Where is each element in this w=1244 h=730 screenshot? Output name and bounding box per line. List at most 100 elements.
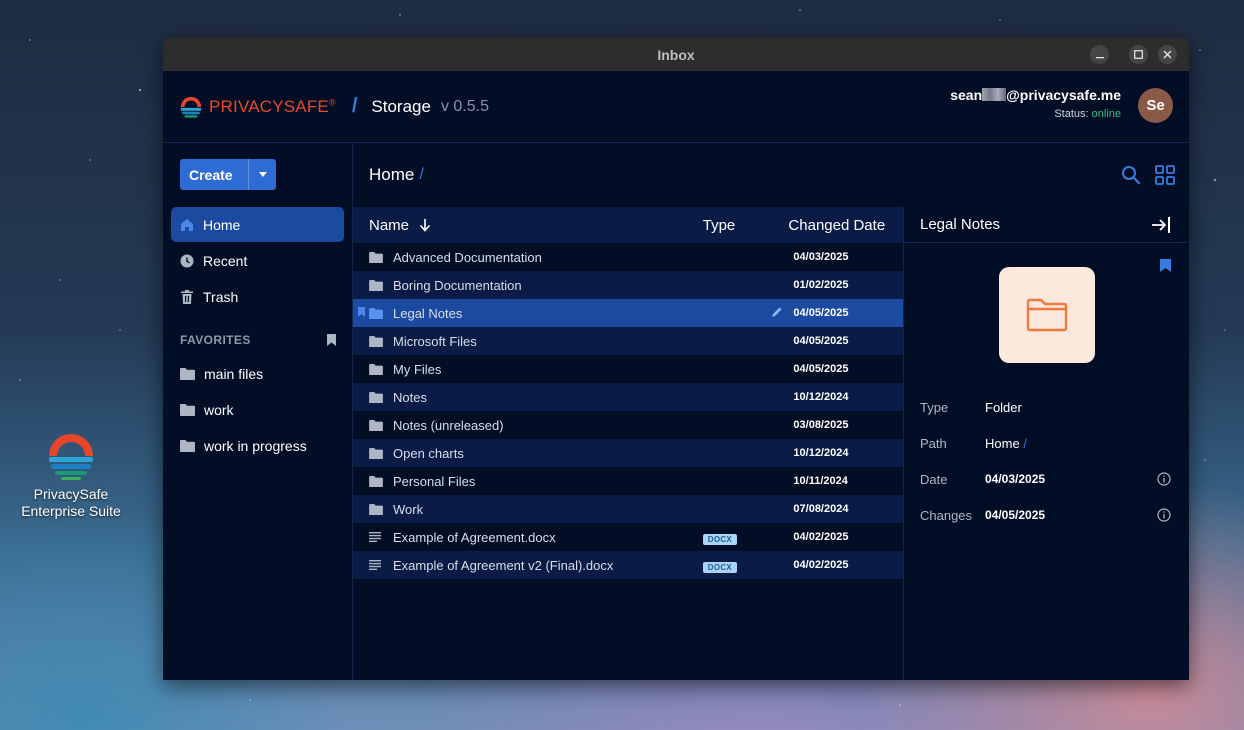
status-value: online <box>1091 108 1121 120</box>
row-date: 04/02/2025 <box>793 559 849 571</box>
folder-icon <box>369 447 383 459</box>
create-button[interactable]: Create <box>180 159 276 190</box>
details-header: Legal Notes <box>904 207 1189 243</box>
clock-icon <box>180 254 194 268</box>
favorite-item-work-in-progress[interactable]: work in progress <box>171 428 344 464</box>
row-date: 04/03/2025 <box>793 251 849 263</box>
table-row[interactable]: Notes (unreleased) 03/08/2025 <box>353 411 903 439</box>
home-icon <box>180 218 194 232</box>
folder-icon <box>369 363 383 375</box>
detail-path: Path Home / <box>920 435 1027 451</box>
folder-icon <box>369 475 383 487</box>
column-type-header[interactable]: Type <box>703 217 789 234</box>
favorite-label: work in progress <box>204 438 307 454</box>
table-row[interactable]: Microsoft Files 04/05/2025 <box>353 327 903 355</box>
info-icon[interactable] <box>1157 472 1171 486</box>
table-row[interactable]: Notes 10/12/2024 <box>353 383 903 411</box>
create-dropdown-toggle[interactable] <box>248 159 276 190</box>
brand-logo[interactable]: PRIVACYSAFE® <box>179 95 336 119</box>
info-icon[interactable] <box>1157 508 1171 522</box>
table-row[interactable]: Personal Files 10/11/2024 <box>353 467 903 495</box>
details-panel: Legal Notes Type Folder Path Home / Date… <box>903 207 1189 680</box>
search-icon[interactable] <box>1121 165 1141 185</box>
maximize-icon <box>1134 50 1143 59</box>
favorite-item-main-files[interactable]: main files <box>171 356 344 392</box>
path-link[interactable]: Home <box>985 436 1020 451</box>
privacysafe-logo-icon <box>180 96 202 118</box>
sort-arrow-down-icon[interactable] <box>419 218 431 232</box>
user-email: sean @privacysafe.me <box>950 87 1121 103</box>
folder-icon <box>369 307 383 319</box>
bookmark-icon[interactable] <box>358 307 365 317</box>
table-row[interactable]: Work 07/08/2024 <box>353 495 903 523</box>
row-date: 04/05/2025 <box>793 307 849 319</box>
row-type: DOCX <box>702 558 794 573</box>
table-header: Name Type Changed Date <box>353 207 903 243</box>
privacysafe-logo-icon <box>45 430 97 482</box>
row-date: 07/08/2024 <box>793 503 849 515</box>
caret-down-icon <box>258 172 267 177</box>
redacted-mask <box>982 88 1007 101</box>
minimize-button[interactable] <box>1090 45 1109 64</box>
row-name: Boring Documentation <box>393 277 522 293</box>
breadcrumb: Home / <box>353 143 1189 207</box>
bookmark-icon[interactable] <box>327 334 336 346</box>
grid-view-icon[interactable] <box>1155 165 1175 185</box>
desktop-app-icon[interactable]: PrivacySafe Enterprise Suite <box>12 430 130 520</box>
app-version: v 0.5.5 <box>440 97 489 115</box>
folder-icon <box>369 503 383 515</box>
sidebar-item-label: Recent <box>203 252 248 269</box>
sidebar-item-trash[interactable]: Trash <box>171 279 344 314</box>
table-row[interactable]: Example of Agreement v2 (Final).docx DOCX… <box>353 551 903 579</box>
collapse-panel-icon[interactable] <box>1151 216 1171 233</box>
folder-icon <box>180 368 195 380</box>
row-date: 03/08/2025 <box>793 419 849 431</box>
favorites-title: FAVORITES <box>180 333 251 347</box>
favorite-item-work[interactable]: work <box>171 392 344 428</box>
sidebar-item-label: Home <box>203 216 241 233</box>
breadcrumb-home[interactable]: Home <box>369 165 414 185</box>
favorite-label: work <box>204 402 234 418</box>
row-date: 04/05/2025 <box>793 363 849 375</box>
table-row[interactable]: Advanced Documentation 04/03/2025 <box>353 243 903 271</box>
window-titlebar[interactable]: Inbox <box>163 38 1189 71</box>
table-row[interactable]: Legal Notes 04/05/2025 <box>353 299 903 327</box>
avatar[interactable]: Se <box>1138 88 1173 123</box>
sidebar-item-home[interactable]: Home <box>171 207 344 242</box>
window-title: Inbox <box>657 46 695 63</box>
user-status: Status: online <box>1054 108 1121 120</box>
document-icon <box>369 532 383 542</box>
folder-preview <box>998 267 1095 363</box>
detail-changes: Changes 04/05/2025 <box>904 497 1189 533</box>
row-name: Advanced Documentation <box>393 249 542 265</box>
file-type-badge: DOCX <box>702 561 738 573</box>
maximize-button[interactable] <box>1129 45 1148 64</box>
breadcrumb-separator: / <box>419 166 424 183</box>
desktop-icon-label-1: PrivacySafe <box>33 486 109 502</box>
row-name: Notes (unreleased) <box>393 417 504 433</box>
column-date-header[interactable]: Changed Date <box>788 217 903 234</box>
row-name: Notes <box>393 389 427 405</box>
edit-pencil-icon[interactable] <box>771 306 783 318</box>
main-panel: Home / Name Type Changed Date Advanced D… <box>353 143 1189 680</box>
column-name-header[interactable]: Name <box>369 217 703 234</box>
row-name: Microsoft Files <box>393 333 477 349</box>
app-name: Storage <box>371 96 431 116</box>
sidebar-item-recent[interactable]: Recent <box>171 243 344 278</box>
folder-icon <box>1026 298 1067 332</box>
folder-icon <box>369 251 383 263</box>
table-row[interactable]: Open charts 10/12/2024 <box>353 439 903 467</box>
row-name: Personal Files <box>393 473 476 489</box>
row-name: Example of Agreement.docx <box>393 529 556 545</box>
minimize-icon <box>1095 56 1104 58</box>
table-row[interactable]: Boring Documentation 01/02/2025 <box>353 271 903 299</box>
sidebar: Create Home Recent Trash FAVORITES main … <box>163 143 353 680</box>
close-button[interactable] <box>1158 45 1177 64</box>
app-header: PRIVACYSAFE® / Storage v 0.5.5 sean @priv… <box>163 71 1189 143</box>
document-icon <box>369 560 383 570</box>
table-row[interactable]: Example of Agreement.docx DOCX 04/02/2025 <box>353 523 903 551</box>
table-row[interactable]: My Files 04/05/2025 <box>353 355 903 383</box>
bookmark-icon[interactable] <box>1160 259 1171 272</box>
folder-icon <box>369 391 383 403</box>
row-date: 10/12/2024 <box>793 391 849 403</box>
